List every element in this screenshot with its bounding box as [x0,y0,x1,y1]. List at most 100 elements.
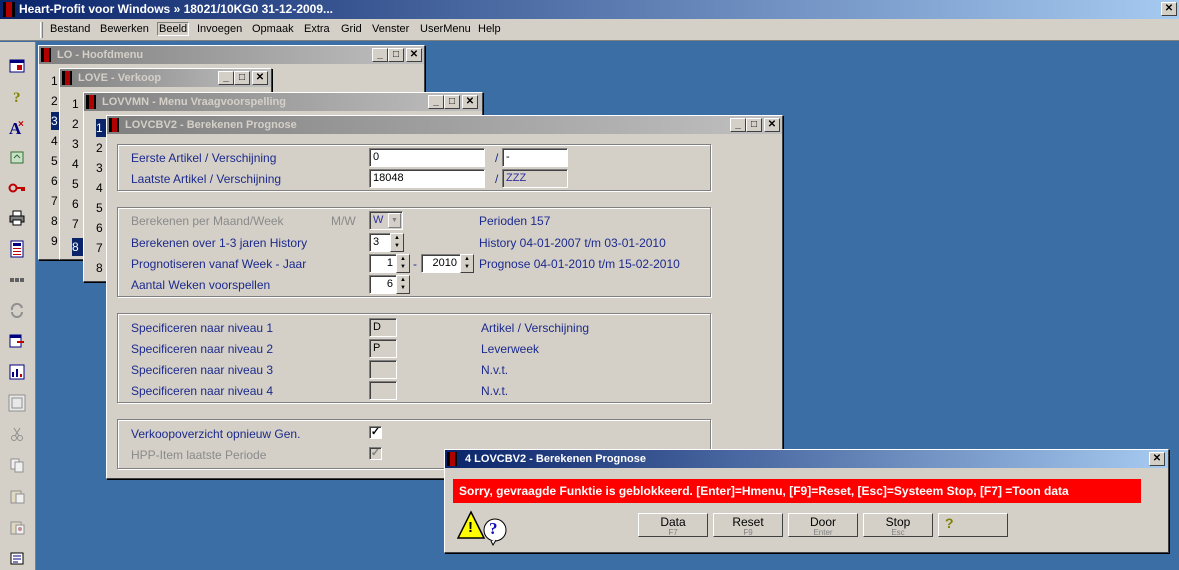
laatste-artikel-input[interactable]: 18048 [369,169,485,188]
menu-bestand[interactable]: Bestand [50,23,90,35]
app-close-button[interactable]: ✕ [1161,2,1177,16]
print-icon[interactable] [6,208,28,228]
maximize-button[interactable]: □ [444,95,460,109]
window-icon[interactable] [6,393,28,413]
window-lo-title: LO - Hoofdmenu [57,49,144,61]
spin-down-icon[interactable]: ▼ [397,284,409,292]
menu-help[interactable]: Help [478,23,501,35]
eerste-artikel-label: Eerste Artikel / Verschijning [131,151,277,165]
close-button[interactable]: ✕ [252,71,268,85]
help-button[interactable]: ? [938,513,1008,537]
hpp-item-checkbox[interactable]: ✓ [369,447,382,460]
eerste-verschijning-input[interactable]: - [502,148,568,167]
maximize-button[interactable]: □ [388,48,404,62]
export-icon[interactable] [6,331,28,351]
copy-icon[interactable] [6,455,28,475]
niveau2-input[interactable]: P [369,339,397,358]
maand-week-select[interactable]: W ▼ [369,211,403,230]
minimize-button[interactable]: _ [428,95,444,109]
niveau2-desc: Leverweek [481,342,540,356]
verkoopoverzicht-checkbox[interactable]: ✓ [369,426,382,439]
data-button[interactable]: Data F7 [638,513,708,537]
reset-button-label: Reset [732,515,764,529]
exit-icon[interactable] [6,56,28,76]
minimize-button[interactable]: _ [730,118,746,132]
window-lovcbv2-title: LOVCBV2 - Berekenen Prognose [125,119,297,131]
menu-venster[interactable]: Venster [372,23,409,35]
menu-invoegen[interactable]: Invoegen [197,23,242,35]
jaar-spinner[interactable]: ▲ ▼ [460,254,474,273]
door-button[interactable]: Door Enter [788,513,858,537]
import-icon[interactable] [6,147,28,167]
dialog-close-button[interactable]: ✕ [1149,452,1165,466]
window-logo-icon [109,118,119,132]
close-button[interactable]: ✕ [462,95,478,109]
refresh-icon[interactable] [6,300,28,320]
niveau4-desc: N.v.t. [481,384,509,398]
door-button-key: Enter [813,528,833,537]
maximize-button[interactable]: □ [746,118,762,132]
help-icon[interactable]: ? [6,86,28,106]
chart-icon[interactable] [6,362,28,382]
window-lo-titlebar: LO - Hoofdmenu _ □ ✕ [39,46,424,64]
reset-button[interactable]: Reset F9 [713,513,783,537]
eerste-artikel-input[interactable]: 0 [369,148,485,167]
chevron-down-icon[interactable]: ▼ [388,213,401,228]
stop-button[interactable]: Stop Esc [863,513,933,537]
separator-slash: / [495,172,499,186]
minimize-button[interactable]: _ [372,48,388,62]
menu-usermenu[interactable]: UserMenu [420,23,471,35]
error-dialog: 4 LOVCBV2 - Berekenen Prognose ✕ Sorry, … [444,449,1169,553]
key-icon[interactable] [6,178,28,198]
niveau1-label: Specificeren naar niveau 1 [131,321,274,335]
niveau3-input[interactable] [369,360,397,379]
menu-beeld[interactable]: Beeld [157,22,190,36]
close-button[interactable]: ✕ [406,48,422,62]
window-lovcbv2-berekenen-prognose: LOVCBV2 - Berekenen Prognose _ □ ✕ Eerst… [106,115,783,479]
niveau3-desc: N.v.t. [481,363,509,377]
reset-button-key: F9 [743,528,753,537]
niveau4-input[interactable] [369,381,397,400]
properties-icon[interactable] [6,548,28,568]
laatste-verschijning-input[interactable]: ZZZ [502,169,568,188]
menu-grip [40,22,43,38]
spin-down-icon[interactable]: ▼ [397,263,409,271]
spin-up-icon[interactable]: ▲ [397,255,409,263]
maand-week-value: W [373,214,384,226]
spin-down-icon[interactable]: ▼ [461,263,473,271]
maximize-button[interactable]: □ [234,71,250,85]
mw-label: M/W [331,214,356,228]
niveau1-input[interactable]: D [369,318,397,337]
spin-up-icon[interactable]: ▲ [397,276,409,284]
cut-icon[interactable] [6,424,28,444]
jaren-spinner[interactable]: ▲ ▼ [390,233,404,252]
niveau2-label: Specificeren naar niveau 2 [131,342,274,356]
spin-up-icon[interactable]: ▲ [391,234,403,242]
jaren-history-input[interactable]: 3 [369,233,391,252]
calculator-icon[interactable] [6,239,28,259]
menu-grid[interactable]: Grid [341,23,362,35]
week-input[interactable]: 1 [369,254,397,273]
aantal-weken-label: Aantal Weken voorspellen [131,278,271,292]
spin-up-icon[interactable]: ▲ [461,255,473,263]
paste-icon[interactable] [6,486,28,506]
verkoopoverzicht-label: Verkoopoverzicht opnieuw Gen. [131,427,301,441]
week-jaar-dash: - [413,257,417,271]
jaar-input[interactable]: 2010 [421,254,461,273]
minimize-button[interactable]: _ [218,71,234,85]
menu-opmaak[interactable]: Opmaak [252,23,294,35]
grid-icon[interactable] [6,270,28,290]
stop-button-label: Stop [885,515,911,529]
weken-spinner[interactable]: ▲ ▼ [396,275,410,294]
menu-bewerken[interactable]: Bewerken [100,23,149,35]
aantal-weken-input[interactable]: 6 [369,275,397,294]
menu-extra[interactable]: Extra [304,23,330,35]
close-button[interactable]: ✕ [764,118,780,132]
font-icon[interactable]: A × [6,117,28,137]
week-spinner[interactable]: ▲ ▼ [396,254,410,273]
spin-down-icon[interactable]: ▼ [391,242,403,250]
error-message: Sorry, gevraagde Funktie is geblokkeerd.… [453,479,1141,503]
window-logo-icon [86,95,96,109]
svg-text:×: × [18,119,24,130]
paste-special-icon[interactable] [6,517,28,537]
